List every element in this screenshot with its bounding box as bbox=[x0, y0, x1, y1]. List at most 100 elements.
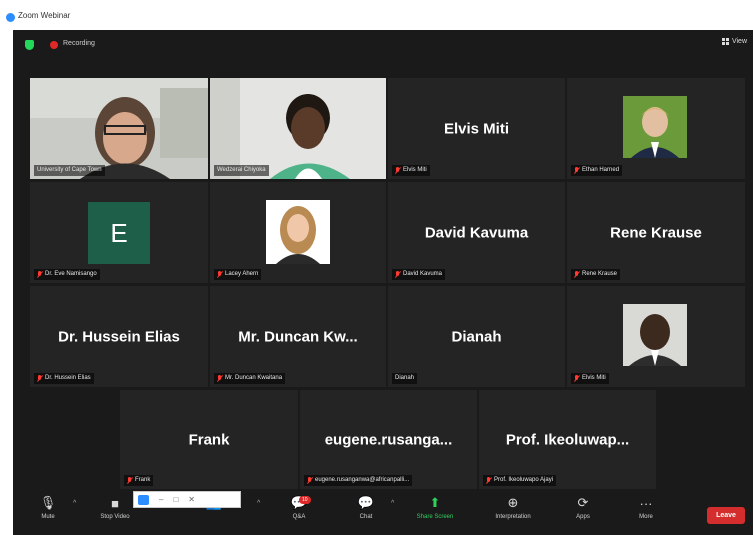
participant-name: Prof. Ikeoluwapo Ajayi bbox=[494, 477, 554, 483]
participant-display-name: Dianah bbox=[451, 328, 502, 345]
qa-label: Q&A bbox=[292, 514, 306, 520]
participant-name: Ethan Harned bbox=[582, 167, 620, 173]
close-icon[interactable]: ✕ bbox=[188, 495, 195, 504]
video-tile-eugene-rusanganwa[interactable]: eugene.rusanga... eugene.rusanganwa@afri… bbox=[300, 390, 477, 489]
participant-name-tag: Dr. Eve Namisango bbox=[34, 269, 100, 280]
mic-muted-icon bbox=[574, 375, 579, 382]
participant-name-tag: Ethan Harned bbox=[571, 165, 623, 176]
participant-name: Dr. Eve Namisango bbox=[45, 271, 97, 277]
mic-muted-icon bbox=[395, 271, 400, 278]
qa-count-badge: 10 bbox=[299, 496, 311, 504]
video-tile-university-of-cape-town[interactable]: University of Cape Town bbox=[30, 78, 208, 179]
interpretation-label: Interpretation bbox=[495, 514, 531, 520]
participants-options-caret-icon[interactable]: ^ bbox=[257, 500, 260, 507]
video-tile-elvis-miti[interactable]: Elvis Miti Elvis Miti bbox=[388, 78, 565, 179]
video-tile-mr-duncan-kwaitana[interactable]: Mr. Duncan Kw... Mr. Duncan Kwaitana bbox=[210, 286, 386, 387]
globe-icon: ⊕ bbox=[507, 495, 519, 510]
video-tile-frank[interactable]: Frank Frank bbox=[120, 390, 298, 489]
participant-name-tag: Dianah bbox=[392, 373, 418, 384]
audio-options-caret-icon[interactable]: ^ bbox=[73, 500, 76, 507]
participant-video bbox=[210, 78, 386, 179]
share-screen-icon: ⬆ bbox=[429, 495, 441, 510]
participant-name: Rene Krause bbox=[582, 271, 618, 277]
video-tile-elvis-miti-photo[interactable]: Elvis Miti bbox=[567, 286, 745, 387]
participant-display-name: Rene Krause bbox=[610, 224, 702, 241]
participant-name: Mr. Duncan Kwaitana bbox=[225, 375, 283, 381]
grid-view-icon bbox=[721, 38, 729, 45]
meeting-toolbar: 🎙 Mute ^ ■ Stop Video 👥 70 ^ 💬 Q&A 10 💬 … bbox=[13, 490, 753, 535]
participant-name: Frank bbox=[135, 477, 151, 483]
mute-button[interactable]: 🎙 Mute bbox=[18, 494, 78, 520]
view-button[interactable]: View bbox=[721, 38, 747, 45]
mic-muted-icon bbox=[37, 375, 42, 382]
share-screen-button[interactable]: ⬆ Share Screen bbox=[405, 494, 465, 520]
apps-icon: ⟳ bbox=[577, 495, 589, 510]
participant-name: David Kavuma bbox=[403, 271, 443, 277]
meeting-window: Recording View University of Cape Town W… bbox=[13, 30, 753, 535]
mic-muted-icon bbox=[307, 477, 312, 484]
mic-muted-icon bbox=[486, 477, 491, 484]
mute-label: Mute bbox=[41, 514, 55, 520]
more-label: More bbox=[639, 514, 653, 520]
video-tile-dianah[interactable]: Dianah Dianah bbox=[388, 286, 565, 387]
mic-muted-icon bbox=[574, 167, 579, 174]
view-label: View bbox=[731, 38, 747, 45]
apps-label: Apps bbox=[576, 514, 590, 520]
participant-name-tag: Wedzerai Chiyoka bbox=[214, 165, 269, 176]
participant-name-tag: Rene Krause bbox=[571, 269, 621, 280]
chat-options-caret-icon[interactable]: ^ bbox=[391, 500, 394, 507]
security-shield-icon[interactable] bbox=[25, 40, 34, 50]
participant-display-name: Dr. Hussein Elias bbox=[58, 328, 180, 345]
video-tile-dr-hussein-elias[interactable]: Dr. Hussein Elias Dr. Hussein Elias bbox=[30, 286, 208, 387]
window-title: Zoom Webinar bbox=[18, 11, 71, 20]
participant-name: Dianah bbox=[395, 375, 415, 381]
profile-photo bbox=[266, 200, 330, 264]
more-button[interactable]: ··· More bbox=[616, 494, 676, 521]
mic-muted-icon bbox=[127, 477, 132, 484]
participant-name: eugene.rusanganwa@africanpalli... bbox=[315, 477, 410, 483]
video-tile-david-kavuma[interactable]: David Kavuma David Kavuma bbox=[388, 182, 565, 283]
chat-button[interactable]: 💬 Chat bbox=[336, 494, 396, 520]
participant-name-tag: Dr. Hussein Elias bbox=[34, 373, 94, 384]
qa-button[interactable]: 💬 Q&A 10 bbox=[269, 494, 329, 520]
participant-name-tag: eugene.rusanganwa@africanpalli... bbox=[304, 475, 413, 486]
apps-button[interactable]: ⟳ Apps bbox=[553, 494, 613, 520]
participant-name-tag: Prof. Ikeoluwapo Ajayi bbox=[483, 475, 557, 486]
participant-name-tag: Frank bbox=[124, 475, 154, 486]
profile-photo bbox=[623, 96, 687, 158]
mic-muted-icon bbox=[217, 375, 222, 382]
maximize-icon[interactable]: □ bbox=[173, 495, 178, 504]
video-tile-rene-krause[interactable]: Rene Krause Rene Krause bbox=[567, 182, 745, 283]
mic-muted-icon bbox=[37, 271, 42, 278]
more-icon: ··· bbox=[639, 495, 653, 511]
video-tile-dr-eve-namisango[interactable]: E Dr. Eve Namisango bbox=[30, 182, 208, 283]
participant-name: Dr. Hussein Elias bbox=[45, 375, 91, 381]
participant-name: Elvis Miti bbox=[582, 375, 606, 381]
participant-name-tag: University of Cape Town bbox=[34, 165, 105, 176]
avatar: E bbox=[88, 202, 150, 264]
participant-video bbox=[30, 78, 208, 179]
interpretation-button[interactable]: ⊕ Interpretation bbox=[483, 494, 543, 520]
mic-muted-icon bbox=[217, 271, 222, 278]
stop-video-label: Stop Video bbox=[100, 514, 130, 520]
participant-name: Elvis Miti bbox=[403, 167, 427, 173]
video-tile-ethan-harned[interactable]: Ethan Harned bbox=[567, 78, 745, 179]
participant-name-tag: Elvis Miti bbox=[571, 373, 609, 384]
participant-name-tag: David Kavuma bbox=[392, 269, 446, 280]
zoom-logo-icon bbox=[138, 494, 149, 505]
video-tile-lacey-ahern[interactable]: Lacey Ahern bbox=[210, 182, 386, 283]
recording-icon bbox=[50, 41, 58, 49]
video-tile-wedzerai-chiyoka[interactable]: Wedzerai Chiyoka bbox=[210, 78, 386, 179]
microphone-icon: 🎙 bbox=[39, 495, 57, 510]
title-bar: Zoom Webinar bbox=[0, 0, 753, 30]
minimize-icon[interactable]: – bbox=[159, 495, 163, 504]
participant-name-tag: Mr. Duncan Kwaitana bbox=[214, 373, 286, 384]
profile-photo bbox=[623, 304, 687, 366]
share-screen-label: Share Screen bbox=[416, 514, 454, 520]
video-tile-prof-ikeoluwapo-ajayi[interactable]: Prof. Ikeoluwap... Prof. Ikeoluwapo Ajay… bbox=[479, 390, 656, 489]
participant-name-tag: Elvis Miti bbox=[392, 165, 430, 176]
leave-button[interactable]: Leave bbox=[707, 507, 745, 524]
participant-name: Lacey Ahern bbox=[225, 271, 259, 277]
participant-display-name: Elvis Miti bbox=[443, 120, 510, 137]
chat-label: Chat bbox=[359, 514, 373, 520]
